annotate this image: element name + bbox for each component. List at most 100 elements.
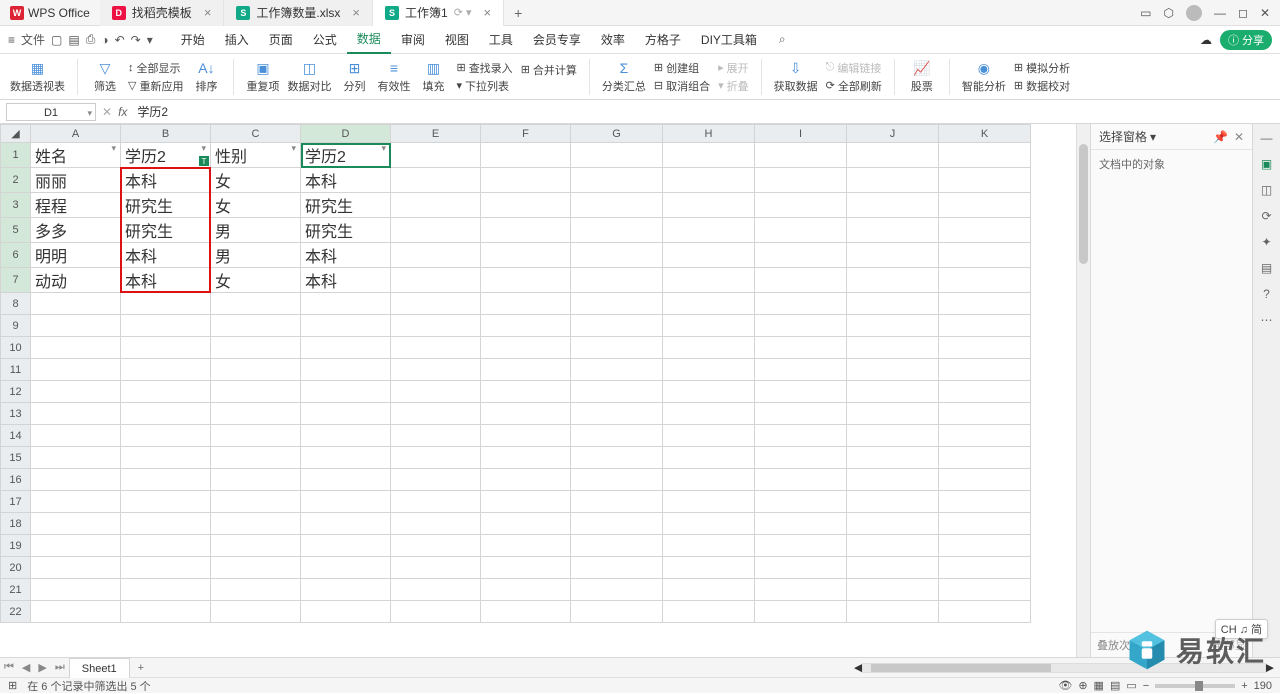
cell-J6[interactable] (847, 243, 939, 268)
cell-D14[interactable] (301, 425, 391, 447)
cell-I12[interactable] (755, 381, 847, 403)
zoom-out-icon[interactable]: − (1143, 680, 1149, 692)
group-button[interactable]: ⊞ 创建组 (654, 60, 710, 76)
row-header-20[interactable]: 20 (1, 557, 31, 579)
cell-K21[interactable] (939, 579, 1031, 601)
cell-J3[interactable] (847, 193, 939, 218)
menu-icon[interactable]: ≡ (8, 33, 15, 47)
rail-backup-icon[interactable]: ⟳ (1259, 208, 1275, 224)
cell-H22[interactable] (663, 601, 755, 623)
cell-B21[interactable] (121, 579, 211, 601)
cell-H15[interactable] (663, 447, 755, 469)
row-header-2[interactable]: 2 (1, 168, 31, 193)
cell-E6[interactable] (391, 243, 481, 268)
cell-E12[interactable] (391, 381, 481, 403)
cell-B16[interactable] (121, 469, 211, 491)
menu-审阅[interactable]: 审阅 (391, 26, 435, 54)
cell-G3[interactable] (571, 193, 663, 218)
cell-K17[interactable] (939, 491, 1031, 513)
cell-B14[interactable] (121, 425, 211, 447)
cell-D16[interactable] (301, 469, 391, 491)
pane-close-icon[interactable]: ✕ (1234, 130, 1244, 144)
sheet-nav-first[interactable]: ⏮ (0, 661, 18, 674)
reading-view-icon[interactable]: ▭ (1126, 679, 1136, 692)
tab-close-icon[interactable]: × (352, 5, 360, 20)
cell-F22[interactable] (481, 601, 571, 623)
pivot-table-button[interactable]: ▦数据透视表 (10, 59, 65, 94)
row-header-6[interactable]: 6 (1, 243, 31, 268)
cell-D9[interactable] (301, 315, 391, 337)
cell-D21[interactable] (301, 579, 391, 601)
cell-A20[interactable] (31, 557, 121, 579)
row-header-12[interactable]: 12 (1, 381, 31, 403)
menu-效率[interactable]: 效率 (591, 26, 635, 54)
cell-J10[interactable] (847, 337, 939, 359)
print-icon[interactable]: ⎙ (86, 32, 96, 47)
fill-button[interactable]: ▥填充 (418, 59, 448, 94)
fx-icon[interactable]: fx (118, 105, 127, 119)
close-icon[interactable]: ✕ (1260, 6, 1270, 20)
cell-K5[interactable] (939, 218, 1031, 243)
menu-插入[interactable]: 插入 (215, 26, 259, 54)
cell-F3[interactable] (481, 193, 571, 218)
cell-J22[interactable] (847, 601, 939, 623)
simulation-button[interactable]: ⊞ 模拟分析 (1014, 60, 1070, 76)
cell-D7[interactable]: 本科 (301, 268, 391, 293)
cell-E18[interactable] (391, 513, 481, 535)
row-header-1[interactable]: 1 (1, 143, 31, 168)
subtotal-button[interactable]: Σ分类汇总 (602, 59, 646, 94)
cell-H2[interactable] (663, 168, 755, 193)
cell-C7[interactable]: 女 (211, 268, 301, 293)
doc-tab-2[interactable]: S工作簿1 ⟳ ▾× (373, 0, 504, 26)
ime-indicator[interactable]: CH ♫ 简 (1215, 619, 1268, 639)
cell-B20[interactable] (121, 557, 211, 579)
cell-F21[interactable] (481, 579, 571, 601)
split-button[interactable]: ⊞分列 (339, 59, 369, 94)
cell-I3[interactable] (755, 193, 847, 218)
get-data-button[interactable]: ⇩获取数据 (774, 59, 818, 94)
cell-A18[interactable] (31, 513, 121, 535)
collapse-button[interactable]: ▾ 折叠 (718, 78, 749, 94)
cell-D1[interactable]: 学历2 (301, 143, 391, 168)
cell-H10[interactable] (663, 337, 755, 359)
new-tab-button[interactable]: + (504, 5, 532, 21)
cell-K3[interactable] (939, 193, 1031, 218)
show-all-button[interactable]: ↕ 全部显示 (128, 60, 183, 76)
pin-icon[interactable]: 📌 (1213, 130, 1228, 144)
menu-开始[interactable]: 开始 (171, 26, 215, 54)
cell-B13[interactable] (121, 403, 211, 425)
cell-A7[interactable]: 动动 (31, 268, 121, 293)
doc-tab-0[interactable]: D找稻壳模板× (100, 0, 225, 26)
cell-E17[interactable] (391, 491, 481, 513)
row-header-19[interactable]: 19 (1, 535, 31, 557)
cell-G16[interactable] (571, 469, 663, 491)
cell-I13[interactable] (755, 403, 847, 425)
view-icon[interactable]: 👁 (1058, 679, 1072, 692)
cell-G1[interactable] (571, 143, 663, 168)
cell-K1[interactable] (939, 143, 1031, 168)
cell-C17[interactable] (211, 491, 301, 513)
cell-G18[interactable] (571, 513, 663, 535)
cell-A14[interactable] (31, 425, 121, 447)
cell-K18[interactable] (939, 513, 1031, 535)
cell-E19[interactable] (391, 535, 481, 557)
cell-E15[interactable] (391, 447, 481, 469)
add-sheet-button[interactable]: + (130, 662, 152, 674)
cube-icon[interactable]: ⬡ (1163, 6, 1173, 20)
cell-A9[interactable] (31, 315, 121, 337)
cell-K11[interactable] (939, 359, 1031, 381)
cell-H14[interactable] (663, 425, 755, 447)
cell-K14[interactable] (939, 425, 1031, 447)
rail-help-icon[interactable]: ? (1259, 286, 1275, 302)
undo-icon[interactable]: ↶ (115, 33, 125, 47)
cell-D6[interactable]: 本科 (301, 243, 391, 268)
cell-D18[interactable] (301, 513, 391, 535)
cell-I2[interactable] (755, 168, 847, 193)
cell-H6[interactable] (663, 243, 755, 268)
cell-F20[interactable] (481, 557, 571, 579)
cell-G19[interactable] (571, 535, 663, 557)
row-header-15[interactable]: 15 (1, 447, 31, 469)
col-header-H[interactable]: H (663, 125, 755, 143)
cell-C19[interactable] (211, 535, 301, 557)
reapply-button[interactable]: ▽ 重新应用 (128, 78, 183, 94)
